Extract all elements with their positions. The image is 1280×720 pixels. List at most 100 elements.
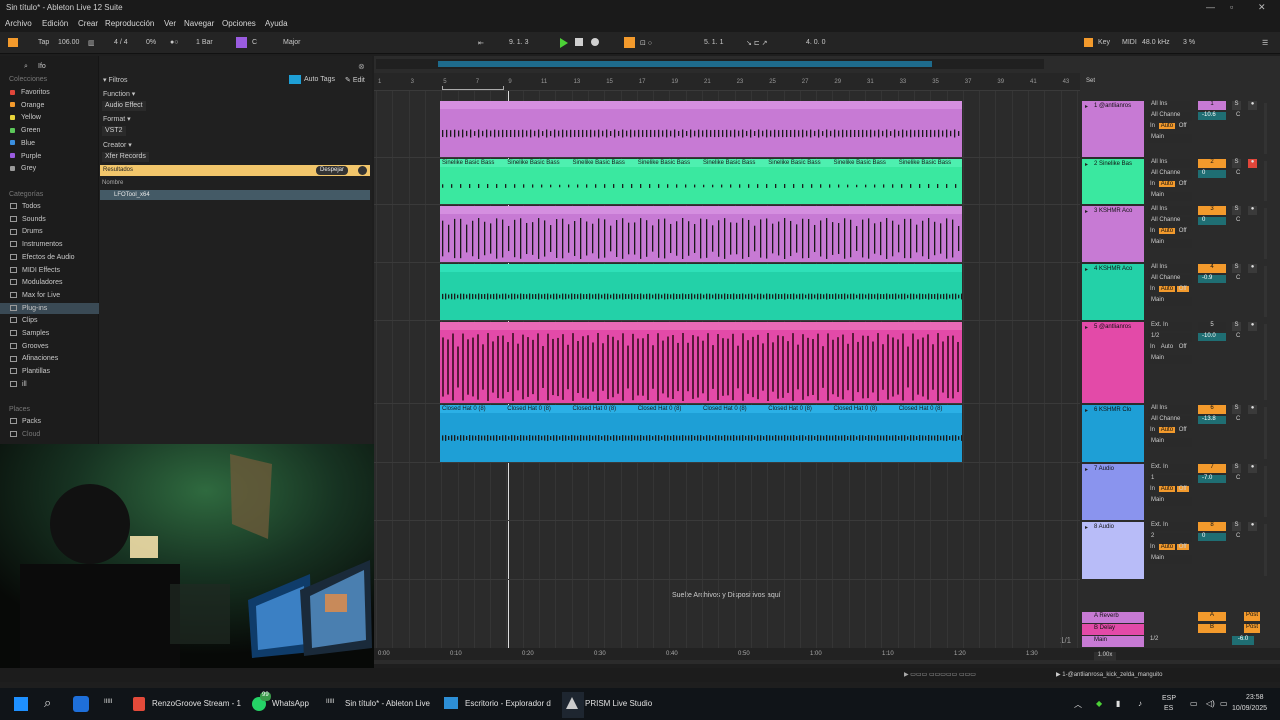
monitor-off[interactable]: Off [1176, 544, 1189, 550]
tray-network-icon[interactable]: ▭ [1190, 699, 1198, 708]
tap-button[interactable]: Tap [38, 39, 49, 46]
monitor-auto[interactable]: Auto [1158, 181, 1176, 187]
monitor-in[interactable]: In [1148, 486, 1158, 492]
app-icon-edge[interactable] [73, 696, 89, 712]
metronome-level[interactable]: 0% [146, 39, 156, 46]
minimize-icon[interactable]: — [1206, 2, 1215, 12]
track-lane[interactable] [374, 464, 1080, 521]
pan-knob[interactable]: C [1236, 170, 1252, 178]
monitor-switch[interactable]: In Auto Off [1148, 123, 1189, 129]
monitor-switch[interactable]: In Auto Off [1148, 344, 1189, 350]
monitor-in[interactable]: In [1148, 123, 1158, 129]
live-icon-2[interactable]: IIIII [326, 699, 334, 705]
filter-creator-value[interactable]: Xfer Records [102, 152, 149, 162]
taskbar-app-explorer[interactable]: Escritorio - Explorador d [465, 699, 551, 708]
input-type-select[interactable]: Ext. In [1148, 522, 1192, 531]
taskbar-app-whatsapp[interactable]: WhatsApp [272, 699, 309, 708]
auto-tags-icon[interactable] [289, 75, 301, 84]
tray-chevron-icon[interactable]: ︿ [1074, 699, 1082, 710]
menu-icon[interactable]: ☰ [1262, 39, 1268, 47]
category-item[interactable]: MIDI Effects [10, 267, 60, 274]
clear-results-button[interactable]: Despejar [316, 166, 349, 175]
category-item[interactable]: Max for Live [10, 292, 60, 299]
main-channel[interactable]: 1/2 [1150, 636, 1158, 642]
clip-header[interactable] [440, 322, 962, 330]
monitor-off[interactable]: Off [1176, 344, 1189, 350]
input-type-select[interactable]: Ext. In [1148, 322, 1192, 331]
arm-button-icon[interactable]: ● [1248, 464, 1257, 473]
collection-item[interactable]: Green [10, 127, 40, 134]
track-name[interactable]: 2 Sinelike Bas [1094, 161, 1132, 167]
monitor-off[interactable]: Off [1176, 486, 1189, 492]
overview-visible-region[interactable] [438, 61, 932, 67]
input-channel-select[interactable]: All Channe [1148, 416, 1192, 425]
return-track-name[interactable]: Main [1094, 637, 1107, 643]
loop-brace[interactable] [442, 86, 504, 90]
track-lane[interactable] [374, 522, 1080, 580]
category-item[interactable]: Samples [10, 330, 49, 337]
solo-button[interactable]: S [1232, 159, 1241, 168]
input-channel-select[interactable]: 1/2 [1148, 333, 1192, 342]
track-activator[interactable]: 8 [1198, 522, 1226, 531]
browser-toggle-icon[interactable] [8, 38, 18, 47]
automation-arm-icon[interactable] [624, 37, 635, 48]
return-track-name[interactable]: A Reverb [1094, 613, 1119, 619]
loop-start[interactable]: 5. 1. 1 [704, 39, 723, 46]
session-record-icon[interactable]: ⊡ ○ [640, 39, 652, 47]
track-name[interactable]: 8 Audio [1094, 524, 1114, 530]
monitor-in[interactable]: In [1148, 344, 1158, 350]
tray-volume-icon[interactable]: ◁) [1206, 699, 1215, 708]
output-select[interactable]: Main [1148, 239, 1192, 248]
main-volume[interactable]: -6.0 [1232, 636, 1254, 645]
pan-knob[interactable]: C [1236, 533, 1252, 541]
monitor-off[interactable]: Off [1176, 427, 1189, 433]
arm-button-icon[interactable]: ● [1248, 322, 1257, 331]
tempo-field[interactable]: 106.00 [58, 39, 79, 46]
solo-button[interactable]: S [1232, 522, 1241, 531]
volume-field[interactable]: -10.0 [1198, 333, 1226, 341]
arm-button-icon[interactable]: ● [1248, 101, 1257, 110]
windows-start-icon[interactable] [14, 697, 28, 711]
pan-knob[interactable]: C [1236, 333, 1252, 341]
key-map-button[interactable]: Key [1098, 39, 1110, 46]
monitor-auto[interactable]: Auto [1158, 344, 1176, 350]
maximize-icon[interactable]: ▫ [1230, 2, 1233, 12]
monitor-off[interactable]: Off [1176, 286, 1189, 292]
volume-field[interactable]: -10.6 [1198, 112, 1226, 120]
track-header[interactable]: ▸ 4 KSHMR Aco [1082, 264, 1144, 320]
edit-filters-button[interactable]: ✎ Edit [345, 76, 365, 84]
menu-edicion[interactable]: Edición [42, 19, 68, 28]
track-activator[interactable]: 2 [1198, 159, 1226, 168]
volume-field[interactable]: 0 [1198, 217, 1226, 225]
time-signature[interactable]: 4 / 4 [114, 39, 128, 46]
category-item[interactable]: Todos [10, 203, 41, 210]
monitor-switch[interactable]: In Auto Off [1148, 286, 1189, 292]
input-type-select[interactable]: All Ins [1148, 101, 1192, 110]
input-type-select[interactable]: All Ins [1148, 405, 1192, 414]
collection-item[interactable]: Yellow [10, 114, 41, 121]
track-activator[interactable]: 6 [1198, 405, 1226, 414]
track-activator[interactable]: 1 [1198, 101, 1226, 110]
volume-field[interactable]: 0 [1198, 170, 1226, 178]
collection-item[interactable]: Orange [10, 102, 44, 109]
input-channel-select[interactable]: All Channe [1148, 112, 1192, 121]
pan-knob[interactable]: C [1236, 416, 1252, 424]
menu-opciones[interactable]: Opciones [222, 19, 256, 28]
clip-header[interactable] [440, 264, 962, 272]
menu-reproduccion[interactable]: Reproducción [105, 19, 154, 28]
category-item[interactable]: Instrumentos [10, 241, 62, 248]
input-type-select[interactable]: All Ins [1148, 159, 1192, 168]
track-fold-icon[interactable]: ▸ [1085, 524, 1088, 531]
output-select[interactable]: Main [1148, 438, 1192, 447]
track-header[interactable]: ▸ 3 KSHMR Aco [1082, 206, 1144, 262]
zoom-level[interactable]: 1.00x [1094, 652, 1116, 661]
solo-button[interactable]: S [1232, 405, 1241, 414]
category-item[interactable]: Drums [10, 228, 43, 235]
track-activator[interactable]: 5 [1198, 322, 1226, 331]
clip-header[interactable] [440, 206, 962, 214]
monitor-switch[interactable]: In Auto Off [1148, 486, 1189, 492]
search-taskbar-icon[interactable]: ⌕ [44, 695, 51, 711]
audio-clip[interactable] [440, 322, 962, 403]
category-item[interactable]: Afinaciones [10, 355, 58, 362]
track-name[interactable]: 1 @antlianros [1094, 103, 1131, 109]
